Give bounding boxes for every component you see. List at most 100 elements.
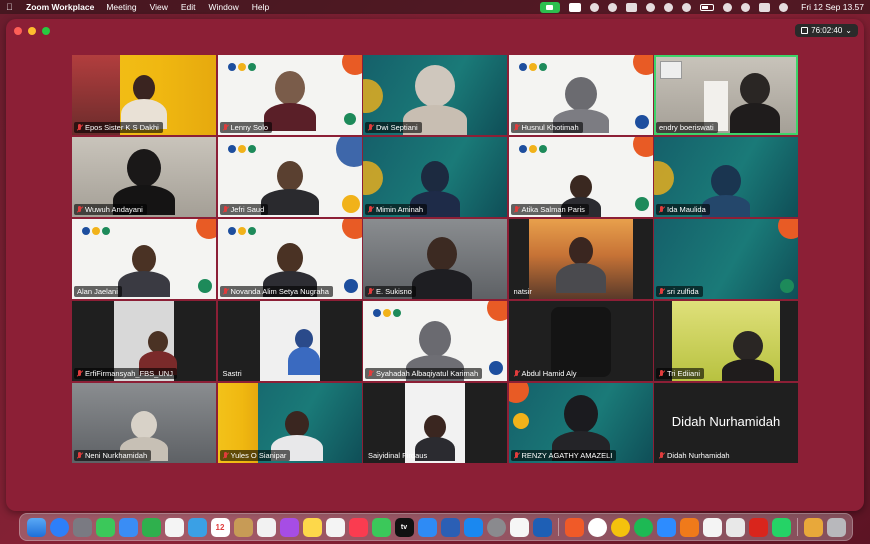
menu-edit[interactable]: Edit — [181, 2, 196, 12]
whatsapp-icon[interactable] — [771, 517, 791, 537]
participant-name-label: Alan Jaelani — [74, 286, 122, 297]
menubar-clock[interactable]: Fri 12 Sep 13.57 — [801, 2, 864, 12]
chatgpt-icon[interactable] — [587, 517, 607, 537]
zoom-status-icon[interactable] — [569, 2, 582, 12]
battery-icon[interactable] — [700, 3, 715, 11]
wifi-icon[interactable] — [723, 2, 733, 12]
decoration — [343, 113, 356, 125]
participant-tile[interactable]: Novanda Alim Setya Nugraha — [217, 219, 362, 299]
participant-tile[interactable]: sri zulfida — [654, 219, 798, 299]
preview-icon[interactable] — [509, 517, 529, 537]
finder-icon[interactable] — [26, 517, 46, 537]
photos-icon[interactable] — [164, 517, 184, 537]
menu-window[interactable]: Window — [209, 2, 239, 12]
keynote-icon[interactable] — [463, 517, 483, 537]
participant-tile[interactable]: Dwi Septiani — [363, 55, 507, 135]
camera-indicator-icon[interactable] — [540, 1, 561, 13]
gallery-view: Epos Sister K S Dakhi Lenny Solo Dwi Sep… — [72, 55, 798, 463]
calendar-icon[interactable]: 12 — [210, 517, 230, 537]
messages-icon[interactable] — [95, 517, 115, 537]
close-window-button[interactable] — [14, 27, 22, 35]
control-center-icon[interactable] — [759, 2, 771, 12]
fullscreen-window-button[interactable] — [42, 27, 50, 35]
participant-tile[interactable]: Tri Ediiani — [654, 301, 798, 381]
zoom-icon[interactable] — [656, 517, 676, 537]
dock-separator — [796, 518, 798, 536]
participant-video — [118, 245, 170, 297]
participant-tile[interactable]: Mimin Aminah — [363, 137, 507, 217]
numbers-icon[interactable] — [371, 517, 391, 537]
meeting-timer-value: 76:02:40 — [811, 26, 843, 35]
app-store-icon[interactable] — [417, 517, 437, 537]
display-status-icon[interactable] — [626, 2, 638, 12]
app-menu[interactable]: Zoom Workplace — [26, 2, 94, 12]
trash-icon[interactable] — [826, 517, 846, 537]
notes-icon[interactable] — [302, 517, 322, 537]
spotify-icon[interactable] — [633, 517, 653, 537]
participant-tile-video-off[interactable]: Didah Nurhamidah Didah Nurhamidah — [654, 383, 798, 463]
muted-mic-icon — [659, 369, 664, 378]
apple-menu-icon[interactable]:  — [6, 2, 16, 12]
sync-status-icon[interactable] — [608, 2, 618, 12]
vlc-icon[interactable] — [679, 517, 699, 537]
decoration — [512, 413, 529, 429]
clock-status-icon[interactable] — [682, 2, 692, 12]
meeting-timer[interactable]: 76:02:40 ⌄ — [795, 24, 858, 37]
participant-tile[interactable]: Abdul Hamid Aly — [508, 301, 653, 381]
minimize-window-button[interactable] — [28, 27, 36, 35]
word-icon[interactable] — [440, 517, 460, 537]
safari-icon[interactable] — [49, 517, 69, 537]
participant-tile[interactable]: Wuwuh Andayani — [72, 137, 216, 217]
chrome-icon[interactable] — [610, 517, 630, 537]
spotlight-search-icon[interactable] — [741, 2, 751, 12]
participant-tile[interactable]: Ida Maulida — [654, 137, 798, 217]
participant-tile[interactable]: Jefri Saud — [217, 137, 362, 217]
menu-meeting[interactable]: Meeting — [106, 2, 136, 12]
downloads-folder-icon[interactable] — [803, 517, 823, 537]
participant-tile[interactable]: Atika Salman Paris — [508, 137, 653, 217]
menu-help[interactable]: Help — [252, 2, 269, 12]
app-icon[interactable] — [702, 517, 722, 537]
participant-tile[interactable]: Syahadah Albaqiyatul Karimah — [363, 301, 507, 381]
maps-icon[interactable] — [187, 517, 207, 537]
recorder-icon[interactable] — [564, 517, 584, 537]
play-status-icon[interactable] — [664, 2, 674, 12]
institution-app-icon[interactable] — [532, 517, 552, 537]
apple-tv-icon[interactable]: tv — [394, 517, 414, 537]
facetime-icon[interactable] — [141, 517, 161, 537]
music-icon[interactable] — [348, 517, 368, 537]
acrobat-icon[interactable] — [748, 517, 768, 537]
participant-tile[interactable]: Alan Jaelani — [72, 219, 216, 299]
participant-tile[interactable]: Sastri — [217, 301, 362, 381]
participant-tile[interactable]: Husnul Khotimah — [508, 55, 653, 135]
decoration — [634, 115, 649, 129]
participant-name-label: Wuwuh Andayani — [74, 204, 147, 215]
muted-mic-icon — [659, 205, 664, 214]
settings-status-icon[interactable] — [646, 2, 656, 12]
participant-tile[interactable]: Saiyidinal Firdaus — [363, 383, 507, 463]
podcasts-icon[interactable] — [279, 517, 299, 537]
launchpad-icon[interactable] — [72, 517, 92, 537]
reminders-icon[interactable] — [256, 517, 276, 537]
zotero-icon[interactable] — [725, 517, 745, 537]
system-settings-icon[interactable] — [486, 517, 506, 537]
participant-video — [260, 161, 319, 215]
participant-name-label: Mimin Aminah — [365, 204, 428, 215]
mail-icon[interactable] — [118, 517, 138, 537]
participant-tile[interactable]: Neni Nurkhamidah — [72, 383, 216, 463]
participant-tile[interactable]: RENZY AGATHY AMAZELI — [508, 383, 653, 463]
siri-icon[interactable] — [779, 2, 789, 12]
contacts-icon[interactable] — [233, 517, 253, 537]
participant-tile[interactable]: Yules O Sianipar — [217, 383, 362, 463]
muted-mic-icon — [514, 369, 519, 378]
participant-tile[interactable]: E. Sukisno — [363, 219, 507, 299]
menu-view[interactable]: View — [150, 2, 168, 12]
participant-tile[interactable]: natsir — [508, 219, 653, 299]
participant-tile[interactable]: Lenny Solo — [217, 55, 362, 135]
participant-tile[interactable]: ErfiFirmansyah_FBS_UNJ — [72, 301, 216, 381]
muted-mic-icon — [77, 369, 82, 378]
participant-tile[interactable]: Epos Sister K S Dakhi — [72, 55, 216, 135]
circle-status-icon[interactable] — [590, 2, 600, 12]
participant-tile-active-speaker[interactable]: endry boeriswati — [654, 55, 798, 135]
freeform-icon[interactable] — [325, 517, 345, 537]
